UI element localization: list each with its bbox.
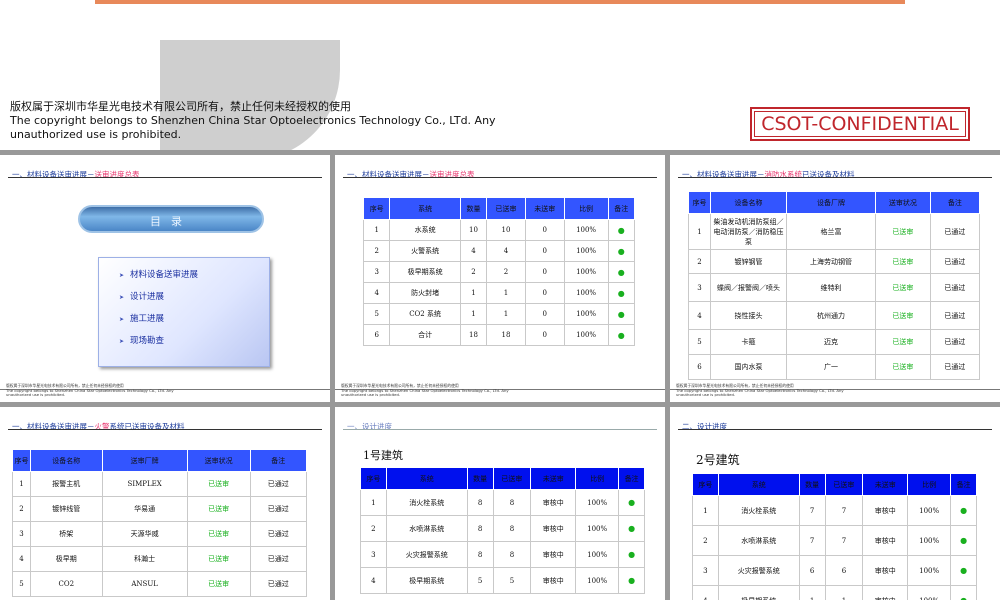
slide-title: 一、设计进度	[347, 422, 392, 431]
arrow-icon: ➤	[119, 316, 125, 323]
slide-thumbnail-2[interactable]: 一、材料设备送审进展－送审进度总表 序号 系统 数量 已送审 未送审 比例 备注 1 水系统 1…	[335, 155, 665, 402]
slide-thumbnail-6[interactable]: 二、设计进度 2号建筑 序号 系统 数量 已送审 未送审 比例 备注 1 消火栓系统 7 7 审核中…	[670, 407, 1000, 600]
table-row: 1 报警主机 SIMPLEX 已送审 已通过	[12, 471, 308, 497]
slide-thumbnail-3[interactable]: 一、材料设备送审进展－消防水系统已送设备及材料 序号 设备名称 设备厂牌 送审状况 备注…	[670, 155, 1000, 402]
toc-box: ➤ 材料设备送审进展 ➤ 设计进展 ➤ 施工进展 ➤ 现场勘查	[98, 257, 270, 367]
equipment-table: 序号 设备名称 送审厂牌 送审状况 备注 1 报警主机 SIMPLEX 已送审 已通过 2 镀锌线…	[12, 449, 308, 597]
slide-footer: 版权属于深圳市华星光电技术有限公司所有，禁止任何未经授权的使用 The copyr…	[676, 383, 844, 398]
table-row: 2 火警系统 4 4 0 100% ●	[362, 240, 636, 262]
slide-title: 二、设计进度	[682, 422, 727, 431]
equipment-table: 序号 设备名称 设备厂牌 送审状况 备注 1 柴油发动机消防泵组／电动消防泵／消防稳压泵格…	[688, 191, 981, 380]
design-table: 序号 系统 数量 已送审 未送审 比例 备注 1 消火栓系统 7 7 审核中 100% ● 2 水喷淋系统…	[692, 473, 977, 600]
slide-thumbnail-5[interactable]: 一、设计进度 1号建筑 序号 系统 数量 已送审 未送审 比例 备注 1 消火栓系统 8 8 审核中…	[335, 407, 665, 600]
slide-title: 一、材料设备送审进展－送审进度总表	[347, 170, 475, 179]
slide-header-band: 版权属于深圳市华星光电技术有限公司所有，禁止任何未经授权的使用 The copy…	[0, 0, 1000, 150]
design-table: 序号 系统 数量 已送审 未送审 比例 备注 1 消火栓系统 8 8 审核中 100% ● 2 水喷淋系统…	[360, 467, 645, 594]
table-row: 2 水喷淋系统 8 8 审核中 100% ●	[360, 515, 645, 542]
toc-pill: 目录	[78, 205, 264, 233]
table-row: 4 防火封堵 1 1 0 100% ●	[362, 282, 636, 304]
arrow-icon: ➤	[119, 338, 125, 345]
table-row: 1 柴油发动机消防泵组／电动消防泵／消防稳压泵 格兰富 已送审 已通过	[688, 213, 981, 250]
table-row: 5 卡箍 迈克 已送审 已通过	[688, 329, 981, 355]
table-row: 4 极早期系统 5 5 审核中 100% ●	[360, 567, 645, 594]
slide-footer: 版权属于深圳市华星光电技术有限公司所有，禁止任何未经授权的使用 The copyr…	[6, 383, 174, 398]
table-row: 1 水系统 10 10 0 100% ●	[362, 219, 636, 241]
table-row: 3 蝶阀／报警阀／喷头 维特利 已送审 已通过	[688, 273, 981, 302]
slide-title: 一、材料设备送审进展－火警系统已送审设备及材料	[12, 422, 185, 431]
copyright-cn: 版权属于深圳市华星光电技术有限公司所有，禁止任何未经授权的使用	[10, 100, 351, 113]
arrow-icon: ➤	[119, 294, 125, 301]
slide-footer: 版权属于深圳市华星光电技术有限公司所有，禁止任何未经授权的使用 The copyr…	[341, 383, 509, 398]
table-row: 4极早期系统11审核中100%●	[692, 585, 977, 600]
slide-thumbnail-1[interactable]: 一、材料设备送审进展－送审进度总表 目录 ➤ 材料设备送审进展 ➤ 设计进展 ➤ 施工…	[0, 155, 330, 402]
toc-item: ➤ 施工进展	[119, 314, 165, 324]
table-row: 3 火灾报警系统 6 6 审核中 100% ●	[692, 555, 977, 586]
table-row: 5 CO2 ANSUL 已送审 已通过	[12, 571, 308, 597]
table-row: 4 极早期 科瀚士 已送审 已通过	[12, 546, 308, 572]
copyright-en-1: The copyright belongs to Shenzhen China …	[10, 114, 496, 127]
table-row: 1 消火栓系统 8 8 审核中 100% ●	[360, 489, 645, 516]
table-row: 2 镀锌钢管 上海劳动钢管 已送审 已通过	[688, 249, 981, 274]
slide-thumbnail-4[interactable]: 一、材料设备送审进展－火警系统已送审设备及材料 序号 设备名称 送审厂牌 送审状况 备注…	[0, 407, 330, 600]
table-row: 3 桥架 天源华威 已送审 已通过	[12, 521, 308, 547]
table-row: 6 国内水泵 广一 已送审 已通过	[688, 354, 981, 380]
building-label: 2号建筑	[696, 453, 740, 467]
toc-item: ➤ 现场勘查	[119, 336, 165, 346]
toc-item: ➤ 设计进展	[119, 292, 165, 302]
table-row: 3 火灾报警系统 8 8 审核中 100% ●	[360, 541, 645, 568]
copyright-notice: 版权属于深圳市华星光电技术有限公司所有，禁止任何未经授权的使用 The copy…	[10, 100, 496, 142]
table-row: 6 合计 18 18 0 100% ●	[362, 324, 636, 346]
slide-title: 一、材料设备送审进展－送审进度总表	[12, 170, 140, 179]
table-row: 4 挠性接头 杭州通力 已送审 已通过	[688, 301, 981, 330]
copyright-en-2: unauthorized use is prohibited.	[10, 128, 182, 141]
building-label: 1号建筑	[363, 449, 403, 462]
toc-item: ➤ 材料设备送审进展	[119, 270, 199, 280]
table-row: 5 CO2 系统 1 1 0 100% ●	[362, 303, 636, 325]
table-row: 3 极早期系统 2 2 0 100% ●	[362, 261, 636, 283]
table-row: 2 镀锌线管 华易通 已送审 已通过	[12, 496, 308, 522]
table-row: 1 消火栓系统 7 7 审核中 100% ●	[692, 495, 977, 526]
arrow-icon: ➤	[119, 272, 125, 279]
orange-accent-line	[95, 0, 905, 4]
progress-table: 序号 系统 数量 已送审 未送审 比例 备注 1 水系统 10 10 0 100% ● 2 火警系统 4 4 0…	[362, 197, 636, 346]
slide-title: 一、材料设备送审进展－消防水系统已送设备及材料	[682, 170, 855, 179]
confidential-stamp: CSOT-CONFIDENTIAL	[750, 107, 970, 141]
table-row: 2 水喷淋系统 7 7 审核中 100% ●	[692, 525, 977, 556]
slide-thumbnail-grid: 一、材料设备送审进展－送审进度总表 目录 ➤ 材料设备送审进展 ➤ 设计进展 ➤ 施工…	[0, 150, 1000, 600]
